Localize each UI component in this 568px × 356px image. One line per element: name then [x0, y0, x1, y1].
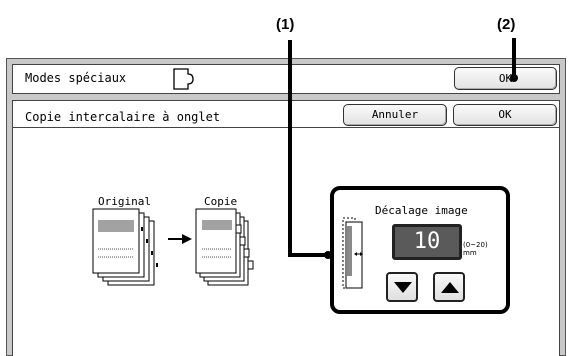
arrow-down-icon — [394, 282, 412, 293]
original-stack-icon — [92, 208, 158, 286]
copy-stack-icon — [195, 208, 254, 286]
image-shift-label: Décalage image — [375, 204, 468, 217]
shift-value-display: 10 — [392, 224, 462, 260]
tab-indicator-icon — [173, 68, 194, 90]
arrow-up-icon — [441, 282, 459, 293]
panel-ok-button[interactable]: OK — [453, 104, 557, 126]
image-shift-icon — [342, 217, 363, 289]
cancel-button[interactable]: Annuler — [343, 104, 447, 126]
shift-unit: mm — [463, 249, 477, 257]
header-ok-button[interactable]: OK — [454, 67, 557, 90]
decrease-button[interactable] — [386, 272, 418, 302]
arrow-right-icon — [168, 234, 192, 244]
panel-title: Copie intercalaire à onglet — [25, 110, 221, 124]
increase-button[interactable] — [433, 272, 465, 302]
panel-divider — [13, 127, 559, 128]
callout-2: (2) — [497, 16, 516, 33]
shift-range-text: (0~20) — [463, 241, 488, 249]
shift-range: (0~20) mm — [463, 241, 488, 257]
header-title: Modes spéciaux — [25, 71, 127, 85]
callout-1: (1) — [276, 16, 295, 33]
